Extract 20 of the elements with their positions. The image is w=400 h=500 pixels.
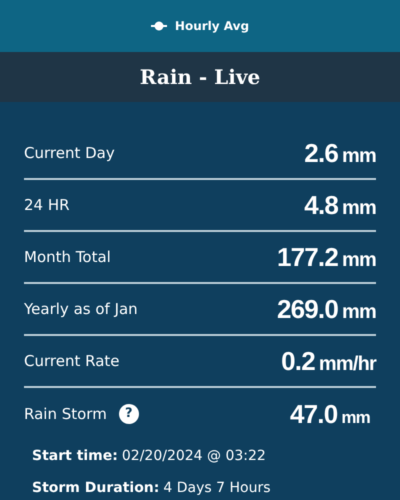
- detail-label: Start time:: [32, 446, 118, 466]
- row-label: Month Total: [24, 246, 111, 268]
- toggle-icon: [150, 21, 167, 31]
- row-label: 24 HR: [24, 194, 70, 216]
- row-label: Current Day: [24, 142, 115, 164]
- row-value: 177.2 mm: [276, 240, 376, 274]
- row-label: Current Rate: [24, 350, 120, 372]
- detail-value: 4 Days 7 Hours: [163, 478, 270, 498]
- row-label: Yearly as of Jan: [24, 298, 138, 320]
- row-value: 2.6 mm: [304, 136, 376, 170]
- row-label: Rain Storm: [24, 404, 107, 425]
- help-icon[interactable]: ?: [118, 404, 139, 424]
- page-title: Rain - Live: [140, 64, 260, 91]
- row-value: 0.2 mm/hr: [281, 344, 376, 378]
- row-value: 47.0 mm: [290, 398, 370, 430]
- detail-label: Storm Duration:: [32, 478, 160, 498]
- hourly-avg-label[interactable]: Hourly Avg: [174, 17, 250, 35]
- row-value: 4.8 mm: [304, 188, 376, 222]
- detail-value: 02/20/2024 @ 03:22: [122, 446, 266, 466]
- row-value: 269.0 mm: [276, 292, 376, 326]
